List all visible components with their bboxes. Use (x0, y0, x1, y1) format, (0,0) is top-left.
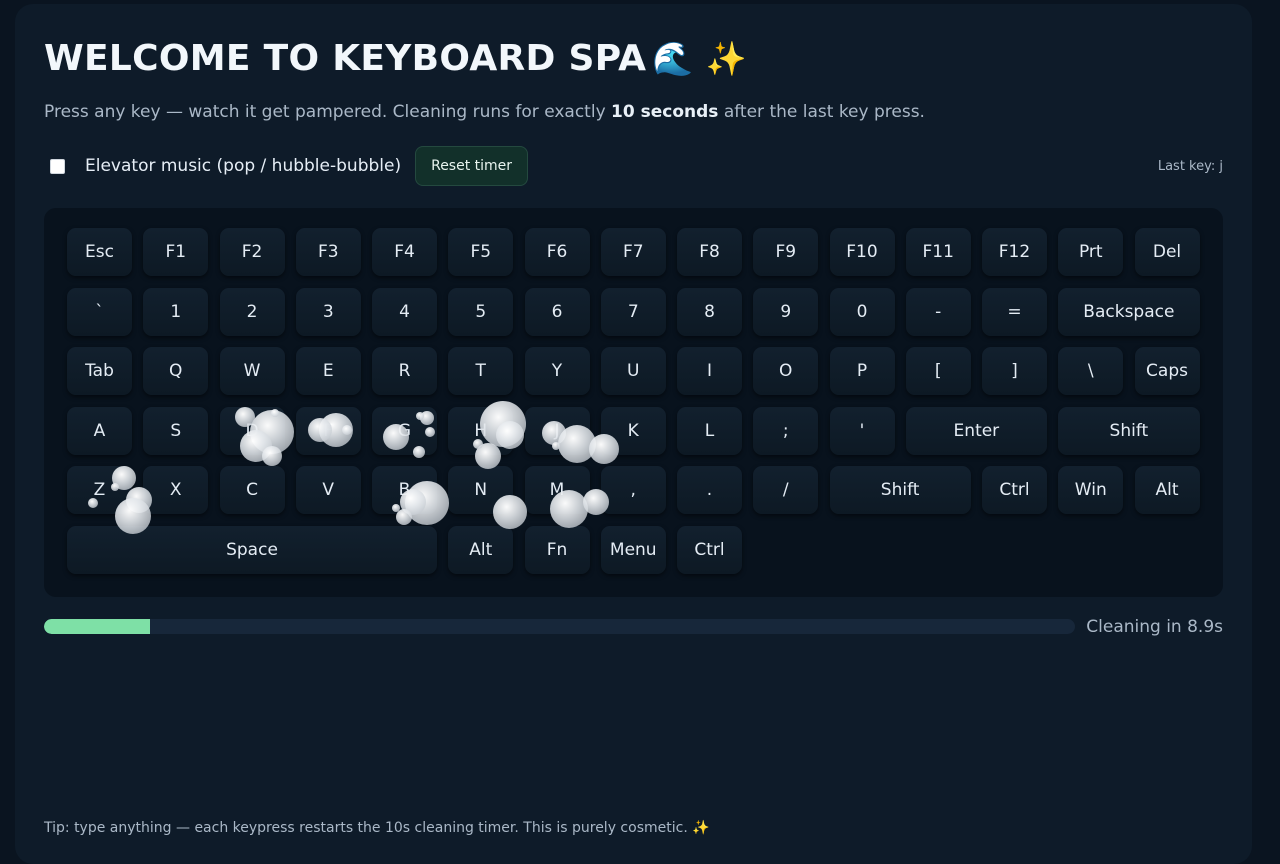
key-minus[interactable]: - (905, 287, 971, 336)
key-shift[interactable]: Shift (829, 466, 971, 515)
key-quote[interactable]: ' (829, 406, 895, 455)
key-f9[interactable]: F9 (753, 228, 819, 276)
key-r[interactable]: R (372, 347, 437, 396)
key-m[interactable]: M (524, 466, 590, 515)
keyboard: Esc F1 F2 F3 F4 F5 F6 F7 F8 F9 F10 F11 F12 Prt Del ` 1 2 3… (44, 208, 1223, 597)
tip-text: Tip: type anything — each keypress resta… (44, 820, 710, 836)
key-5[interactable]: 5 (448, 287, 514, 336)
reset-timer-button[interactable]: Reset timer (415, 146, 529, 186)
key-alt[interactable]: Alt (1134, 466, 1200, 515)
key-ctrl[interactable]: Ctrl (677, 526, 742, 574)
cleaning-countdown: Cleaning in 8.9s (1086, 617, 1223, 637)
key-backspace[interactable]: Backspace (1058, 287, 1200, 336)
key-s[interactable]: S (143, 406, 209, 455)
key-z[interactable]: Z (67, 466, 132, 515)
key-shift[interactable]: Shift (1058, 406, 1200, 455)
key-esc[interactable]: Esc (67, 228, 132, 276)
key-caps[interactable]: Caps (1134, 347, 1200, 396)
key-period[interactable]: . (677, 466, 742, 515)
last-key-indicator: Last key: j (1157, 159, 1223, 174)
key-e[interactable]: E (295, 347, 361, 396)
key-space[interactable]: Space (67, 526, 437, 574)
key-backslash[interactable]: \ (1058, 347, 1124, 396)
key-f7[interactable]: F7 (600, 228, 666, 276)
key-prt[interactable]: Prt (1058, 228, 1124, 276)
key-left-bracket[interactable]: [ (905, 347, 971, 396)
key-2[interactable]: 2 (219, 287, 285, 336)
key-f2[interactable]: F2 (219, 228, 285, 276)
key-f11[interactable]: F11 (905, 228, 971, 276)
key-q[interactable]: Q (143, 347, 209, 396)
key-equals[interactable]: = (982, 287, 1047, 336)
subtitle: Press any key — watch it get pampered. C… (44, 102, 925, 122)
page-title-text: WELCOME TO KEYBOARD SPA (44, 38, 647, 79)
key-0[interactable]: 0 (829, 287, 895, 336)
key-fn[interactable]: Fn (524, 526, 590, 574)
key-o[interactable]: O (753, 347, 819, 396)
key-p[interactable]: P (829, 347, 895, 396)
key-w[interactable]: W (219, 347, 285, 396)
key-t[interactable]: T (448, 347, 514, 396)
key-slash[interactable]: / (753, 466, 819, 515)
key-k[interactable]: K (600, 406, 666, 455)
key-b[interactable]: B (372, 466, 437, 515)
controls-bar: Elevator music (pop / hubble-bubble) Res… (44, 146, 529, 186)
key-f[interactable]: F (295, 406, 361, 455)
key-1[interactable]: 1 (143, 287, 209, 336)
elevator-music-label[interactable]: Elevator music (pop / hubble-bubble) (85, 156, 401, 176)
key-u[interactable]: U (600, 347, 666, 396)
key-l[interactable]: L (677, 406, 742, 455)
key-f6[interactable]: F6 (524, 228, 590, 276)
key-9[interactable]: 9 (753, 287, 819, 336)
key-comma[interactable]: , (600, 466, 666, 515)
key-f4[interactable]: F4 (372, 228, 437, 276)
key-f12[interactable]: F12 (982, 228, 1047, 276)
key-7[interactable]: 7 (600, 287, 666, 336)
key-6[interactable]: 6 (524, 287, 590, 336)
wave-sparkles-emoji: 🌊 ✨ (652, 39, 747, 78)
subtitle-text-end: after the last key press. (718, 102, 925, 122)
key-semicolon[interactable]: ; (753, 406, 819, 455)
key-c[interactable]: C (219, 466, 285, 515)
key-f10[interactable]: F10 (829, 228, 895, 276)
key-tab[interactable]: Tab (67, 347, 132, 396)
key-3[interactable]: 3 (295, 287, 361, 336)
cleaning-progress-fill (44, 619, 151, 634)
key-v[interactable]: V (295, 466, 361, 515)
key-alt[interactable]: Alt (448, 526, 514, 574)
key-del[interactable]: Del (1134, 228, 1200, 276)
key-x[interactable]: X (143, 466, 209, 515)
key-4[interactable]: 4 (372, 287, 437, 336)
key-f5[interactable]: F5 (448, 228, 514, 276)
key-y[interactable]: Y (524, 347, 590, 396)
page-title: WELCOME TO KEYBOARD SPA 🌊 ✨ (44, 38, 747, 79)
elevator-music-checkbox[interactable] (50, 158, 65, 174)
key-j[interactable]: J (524, 406, 590, 455)
key-g[interactable]: G (372, 406, 437, 455)
key-right-bracket[interactable]: ] (982, 347, 1047, 396)
key-f1[interactable]: F1 (143, 228, 209, 276)
key-i[interactable]: I (677, 347, 742, 396)
key-n[interactable]: N (448, 466, 514, 515)
key-h[interactable]: H (448, 406, 514, 455)
cleaning-progress-bar (44, 619, 1075, 634)
key-enter[interactable]: Enter (905, 406, 1047, 455)
key-f3[interactable]: F3 (295, 228, 361, 276)
key-d[interactable]: D (219, 406, 285, 455)
key-backtick[interactable]: ` (67, 287, 132, 336)
key-a[interactable]: A (67, 406, 132, 455)
key-8[interactable]: 8 (677, 287, 742, 336)
key-menu[interactable]: Menu (600, 526, 666, 574)
key-ctrl[interactable]: Ctrl (982, 466, 1047, 515)
key-win[interactable]: Win (1058, 466, 1124, 515)
subtitle-text-start: Press any key — watch it get pampered. C… (44, 102, 612, 122)
subtitle-duration: 10 seconds (611, 102, 719, 122)
key-f8[interactable]: F8 (677, 228, 742, 276)
